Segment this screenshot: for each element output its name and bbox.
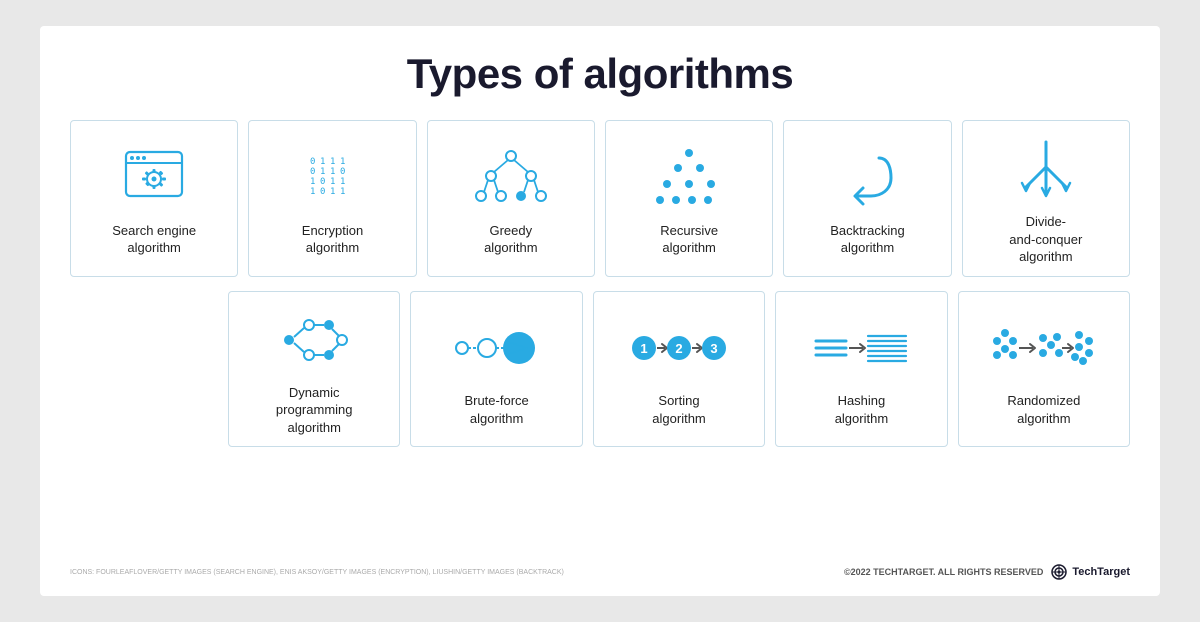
label-divide-conquer: Divide-and-conqueralgorithm <box>1009 213 1082 266</box>
card-hashing: Hashingalgorithm <box>775 291 947 448</box>
svg-text:1: 1 <box>340 157 345 167</box>
brand-name: TechTarget <box>1072 566 1130 578</box>
label-recursive: Recursivealgorithm <box>660 222 718 257</box>
footer-copyright: ©2022 TECHTARGET. ALL RIGHTS RESERVED Te… <box>844 564 1130 580</box>
footer: ICONS: FOURLEAFLOVER/GETTY IMAGES (SEARC… <box>70 564 1130 580</box>
svg-text:1: 1 <box>310 177 315 187</box>
copyright-text: ©2022 TECHTARGET. ALL RIGHTS RESERVED <box>844 567 1043 577</box>
card-dynamic-programming: Dynamicprogrammingalgorithm <box>228 291 400 448</box>
label-hashing: Hashingalgorithm <box>835 392 888 427</box>
label-backtracking: Backtrackingalgorithm <box>830 222 904 257</box>
card-sorting: 1 2 3 Sortingalgorithm <box>593 291 765 448</box>
label-encryption: Encryptionalgorithm <box>302 222 363 257</box>
rows-container: Search enginealgorithm 0 1 1 1 0 1 1 0 <box>70 120 1130 556</box>
svg-text:0: 0 <box>310 157 315 167</box>
label-search-engine: Search enginealgorithm <box>112 222 196 257</box>
card-search-engine: Search enginealgorithm <box>70 120 238 277</box>
svg-text:2: 2 <box>675 341 682 356</box>
svg-text:1: 1 <box>330 177 335 187</box>
brute-force-icon <box>447 323 547 373</box>
icon-area-brute-force <box>419 312 573 384</box>
svg-text:1: 1 <box>340 177 345 187</box>
icon-area-hashing <box>784 312 938 384</box>
svg-text:1: 1 <box>330 157 335 167</box>
row-1: Search enginealgorithm 0 1 1 1 0 1 1 0 <box>70 120 1130 277</box>
recursive-icon <box>654 148 724 208</box>
icon-area-randomized <box>967 312 1121 384</box>
label-randomized: Randomizedalgorithm <box>1007 392 1080 427</box>
icon-area-greedy <box>436 142 586 214</box>
svg-text:1: 1 <box>640 341 647 356</box>
svg-text:1: 1 <box>340 187 345 197</box>
svg-text:0: 0 <box>320 177 325 187</box>
svg-text:0: 0 <box>320 187 325 197</box>
techtarget-logo-icon <box>1049 564 1069 580</box>
backtracking-icon <box>837 148 897 208</box>
card-randomized: Randomizedalgorithm <box>958 291 1130 448</box>
label-dynamic-programming: Dynamicprogrammingalgorithm <box>276 384 353 437</box>
page-title: Types of algorithms <box>70 50 1130 98</box>
card-encryption: 0 1 1 1 0 1 1 0 1 0 1 1 1 0 1 <box>248 120 416 277</box>
encryption-icon: 0 1 1 1 0 1 1 0 1 0 1 1 1 0 1 <box>302 148 362 208</box>
svg-text:1: 1 <box>320 157 325 167</box>
icon-area-sorting: 1 2 3 <box>602 312 756 384</box>
label-greedy: Greedyalgorithm <box>484 222 537 257</box>
randomized-icon <box>989 323 1099 373</box>
icon-area-backtracking <box>792 142 942 214</box>
svg-text:1: 1 <box>310 187 315 197</box>
brand-logo: TechTarget <box>1049 564 1130 580</box>
label-brute-force: Brute-forcealgorithm <box>464 392 528 427</box>
icon-area-encryption: 0 1 1 1 0 1 1 0 1 0 1 1 1 0 1 <box>257 142 407 214</box>
icon-area-search-engine <box>79 142 229 214</box>
svg-text:3: 3 <box>710 341 717 356</box>
search-engine-icon <box>118 148 190 208</box>
icon-area-dynamic-programming <box>237 304 391 376</box>
row-2: Dynamicprogrammingalgorithm <box>70 291 1130 448</box>
card-brute-force: Brute-forcealgorithm <box>410 291 582 448</box>
svg-text:0: 0 <box>310 167 315 177</box>
svg-text:1: 1 <box>330 187 335 197</box>
card-backtracking: Backtrackingalgorithm <box>783 120 951 277</box>
main-card: Types of algorithms <box>40 26 1160 596</box>
card-divide-conquer: Divide-and-conqueralgorithm <box>962 120 1130 277</box>
dynamic-programming-icon <box>274 310 354 370</box>
svg-text:0: 0 <box>340 167 345 177</box>
sorting-icon: 1 2 3 <box>629 323 729 373</box>
greedy-icon <box>471 148 551 208</box>
label-sorting: Sortingalgorithm <box>652 392 705 427</box>
card-greedy: Greedyalgorithm <box>427 120 595 277</box>
icon-area-divide-conquer <box>971 133 1121 205</box>
card-recursive: Recursivealgorithm <box>605 120 773 277</box>
svg-text:1: 1 <box>320 167 325 177</box>
footer-credits: ICONS: FOURLEAFLOVER/GETTY IMAGES (SEARC… <box>70 569 564 576</box>
icon-area-recursive <box>614 142 764 214</box>
svg-text:1: 1 <box>330 167 335 177</box>
hashing-icon <box>811 323 911 373</box>
divide-conquer-icon <box>1016 137 1076 202</box>
